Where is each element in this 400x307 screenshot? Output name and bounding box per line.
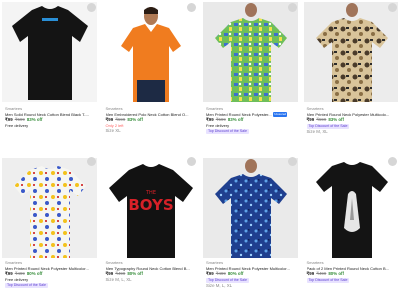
product-card[interactable]: Smartees Pack of 2 Men Printed Round Nec… — [301, 154, 400, 307]
wishlist-heart-icon[interactable] — [388, 3, 397, 12]
discount: 83% off — [227, 117, 244, 123]
product-grid: Smartees Men Solid Round Neck Cotton Ble… — [0, 0, 400, 307]
product-image-black-graphic-tshirt[interactable] — [303, 158, 398, 258]
price: ₹99 — [306, 271, 315, 277]
product-image-blue-printed-tshirt[interactable] — [203, 158, 298, 258]
wishlist-heart-icon[interactable] — [86, 157, 96, 166]
price: ₹99 — [206, 271, 214, 277]
product-image-the-boys-tshirt[interactable]: THE BOYS — [102, 158, 197, 258]
discount: 80% off — [328, 271, 344, 277]
wishlist-heart-icon[interactable] — [86, 3, 96, 12]
wishlist-heart-icon[interactable] — [287, 157, 297, 166]
deal-badge: Top Discount of the Sale — [206, 129, 249, 135]
discount: 83% off — [127, 117, 143, 123]
wishlist-heart-icon[interactable] — [287, 3, 297, 12]
price: ₹99 — [5, 271, 13, 277]
sizes: Size M, L, XL — [206, 282, 233, 288]
product-card[interactable]: Smartees Men Printed Round Neck Polyeste… — [0, 154, 99, 307]
wishlist-heart-icon[interactable] — [388, 157, 397, 166]
price: ₹99 — [105, 117, 114, 123]
deal-badge: Top Discount of the Sale — [5, 283, 48, 289]
discount: 80% off — [127, 271, 143, 277]
product-card[interactable]: Smartees Men Printed Round Neck Polyeste… — [201, 154, 300, 307]
mrp: ₹499 — [115, 271, 126, 277]
discount: 83% off — [328, 117, 344, 123]
product-card[interactable]: Smartees Men Printed Round Neck Polyeste… — [301, 0, 400, 154]
product-card[interactable]: Smartees Men Embroidered Polo Neck Cotto… — [100, 0, 199, 154]
product-image-green-printed-tshirt[interactable] — [203, 2, 298, 102]
price: ₹99 — [105, 271, 114, 277]
discount: 80% off — [227, 271, 244, 277]
product-card[interactable]: THE BOYS Smartees Men Typography Round N… — [100, 154, 199, 307]
wishlist-heart-icon[interactable] — [187, 157, 196, 166]
mrp: ₹499 — [316, 271, 327, 277]
sizes: Size M, L, XL — [105, 276, 132, 282]
discount: 80% off — [26, 271, 43, 277]
mrp: ₹599 — [115, 117, 126, 123]
mrp: ₹599 — [14, 117, 25, 123]
product-image-orange-polo[interactable] — [102, 2, 197, 102]
sizes: Size M, XL — [306, 128, 328, 134]
mrp: ₹499 — [14, 271, 25, 277]
mrp: ₹599 — [215, 117, 226, 123]
product-image-white-printed-tshirt[interactable] — [2, 158, 97, 258]
deal-badge: Top Discount of the Sale — [306, 277, 350, 283]
price: ₹99 — [5, 117, 13, 123]
price: ₹99 — [206, 117, 214, 123]
product-image-camo-printed-tshirt[interactable] — [303, 2, 398, 102]
print-text-boys: BOYS — [128, 196, 173, 214]
wishlist-heart-icon[interactable] — [187, 3, 196, 12]
product-card[interactable]: Smartees Men Printed Round Neck Polyeste… — [201, 0, 300, 154]
product-card[interactable]: Smartees Men Solid Round Neck Cotton Ble… — [0, 0, 99, 154]
product-image-black-tshirt[interactable] — [2, 2, 97, 102]
mrp: ₹499 — [215, 271, 226, 277]
price: ₹99 — [306, 117, 315, 123]
discount: 83% off — [26, 117, 43, 123]
assured-badge: f Assured — [272, 111, 288, 118]
sizes: Size XL — [105, 128, 121, 134]
mrp: ₹599 — [316, 117, 327, 123]
delivery-info: Free delivery — [5, 122, 29, 128]
